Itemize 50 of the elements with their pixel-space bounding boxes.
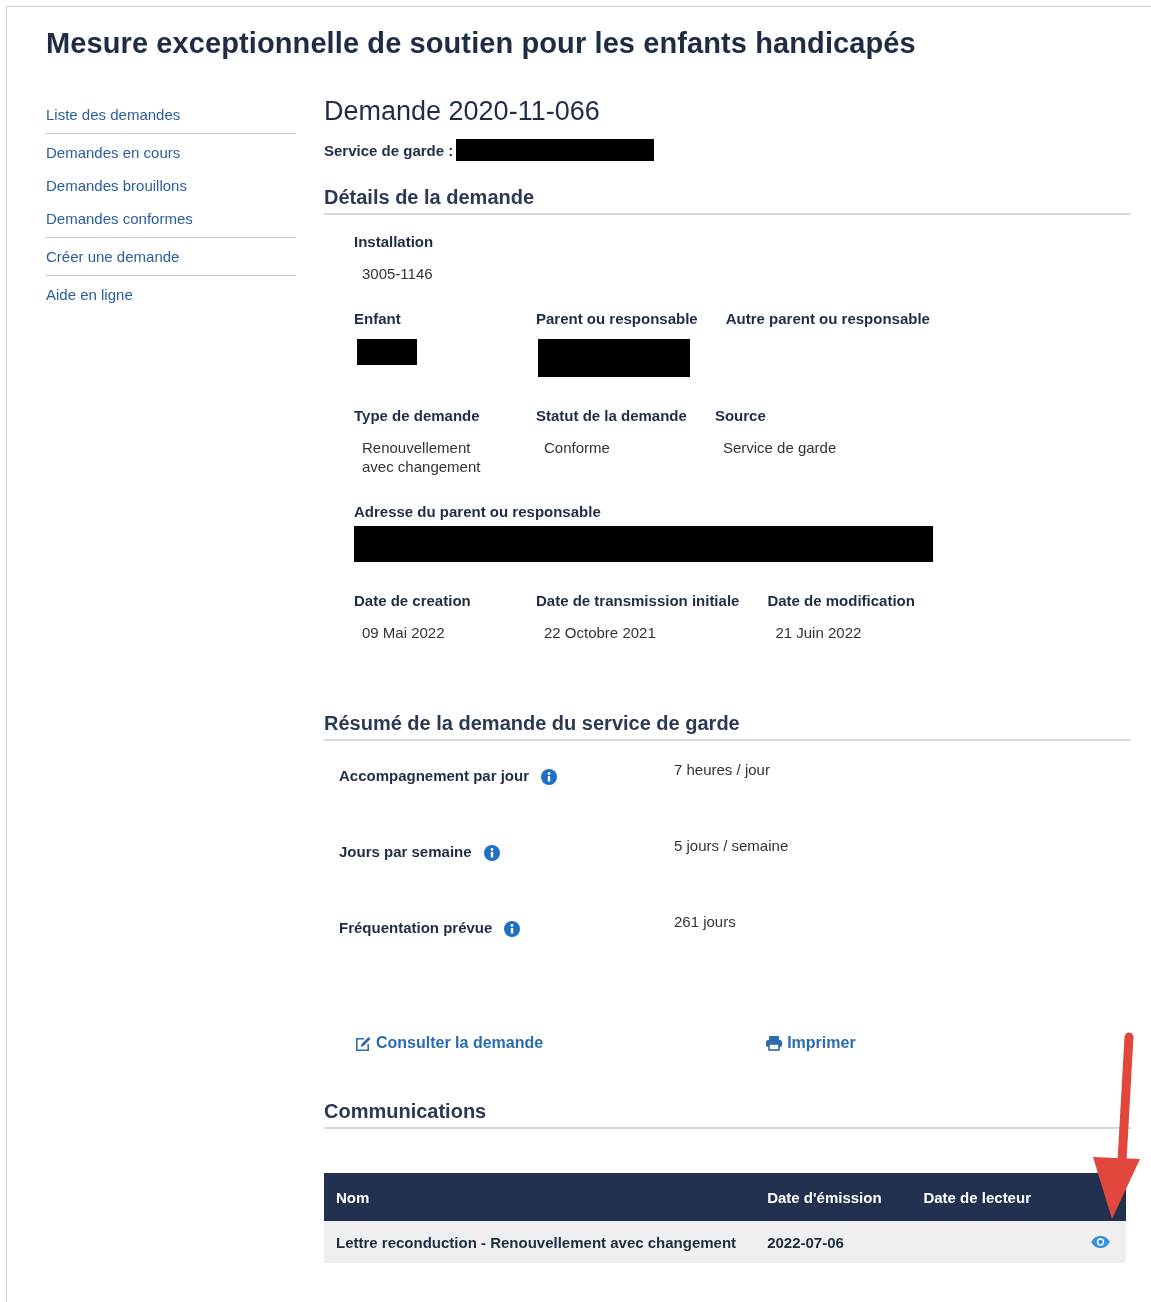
- field-label: Accompagnement par jour: [339, 767, 530, 784]
- field-value: Conforme: [544, 437, 611, 457]
- section-heading: Détails de la demande: [324, 186, 1131, 215]
- field-value: 261 jours: [674, 913, 736, 932]
- field-label: Enfant: [354, 309, 402, 327]
- section-heading: Résumé de la demande du service de garde: [324, 712, 1131, 741]
- field-value: 09 Mai 2022: [362, 622, 446, 642]
- field-value: 22 Octobre 2021: [544, 622, 657, 642]
- view-request-link[interactable]: Consulter la demande: [354, 1034, 544, 1052]
- info-icon[interactable]: [541, 769, 558, 785]
- sidebar-link[interactable]: Demandes en cours: [46, 136, 181, 169]
- column-header: Date d'émission: [755, 1173, 912, 1221]
- field-label: Fréquentation prévue: [339, 919, 493, 936]
- sidebar-link[interactable]: Demandes brouillons: [46, 169, 187, 202]
- field-label: Date de creation: [354, 591, 472, 609]
- request-title: Demande 2020-11-066: [324, 96, 601, 127]
- field-value: 21 Juin 2022: [775, 622, 863, 642]
- table-cell: Lettre reconduction - Renouvellement avec changement: [324, 1221, 756, 1264]
- table-cell: 2022-07-06: [755, 1221, 912, 1264]
- field-value: 7 heures / jour: [674, 761, 770, 780]
- field-value: Renouvellement avec changement: [362, 437, 482, 477]
- sidebar-link[interactable]: Aide en ligne: [46, 278, 133, 311]
- view-icon[interactable]: [1091, 1236, 1110, 1248]
- column-header: Date de lecteur: [911, 1173, 1079, 1221]
- field-label: Service de garde :: [324, 141, 454, 159]
- section-heading: Communications: [324, 1100, 1131, 1129]
- sidebar-link[interactable]: Créer une demande: [46, 240, 180, 273]
- field-label: Source: [714, 406, 767, 424]
- redaction-bar: [357, 338, 417, 365]
- printer-icon: [765, 1035, 784, 1051]
- edit-icon: [354, 1035, 372, 1051]
- field-label: Date de transmission initiale: [536, 591, 740, 609]
- field-label: Parent ou responsable: [536, 309, 698, 327]
- field-label: Adresse du parent ou responsable: [354, 502, 602, 520]
- sidebar-link[interactable]: Demandes conformes: [46, 202, 193, 235]
- field-value: Service de garde: [722, 437, 837, 457]
- info-icon[interactable]: [483, 845, 500, 861]
- page-title: Mesure exceptionnelle de soutien pour les enfants handicapés: [46, 27, 917, 60]
- print-link[interactable]: Imprimer: [765, 1034, 856, 1052]
- field-label: Type de demande: [354, 406, 481, 424]
- field-label: Jours par semaine: [339, 843, 472, 860]
- field-value: 5 jours / semaine: [674, 837, 789, 856]
- sidebar-link[interactable]: Liste des demandes: [46, 98, 181, 131]
- field-label: Autre parent ou responsable: [725, 309, 930, 327]
- column-header: Nom: [324, 1173, 756, 1221]
- field-label: Date de modification: [767, 591, 915, 609]
- field-value: 3005-1146: [362, 264, 434, 284]
- field-label: Statut de la demande: [536, 406, 687, 424]
- field-label: Installation: [354, 233, 434, 250]
- info-icon[interactable]: [504, 921, 521, 937]
